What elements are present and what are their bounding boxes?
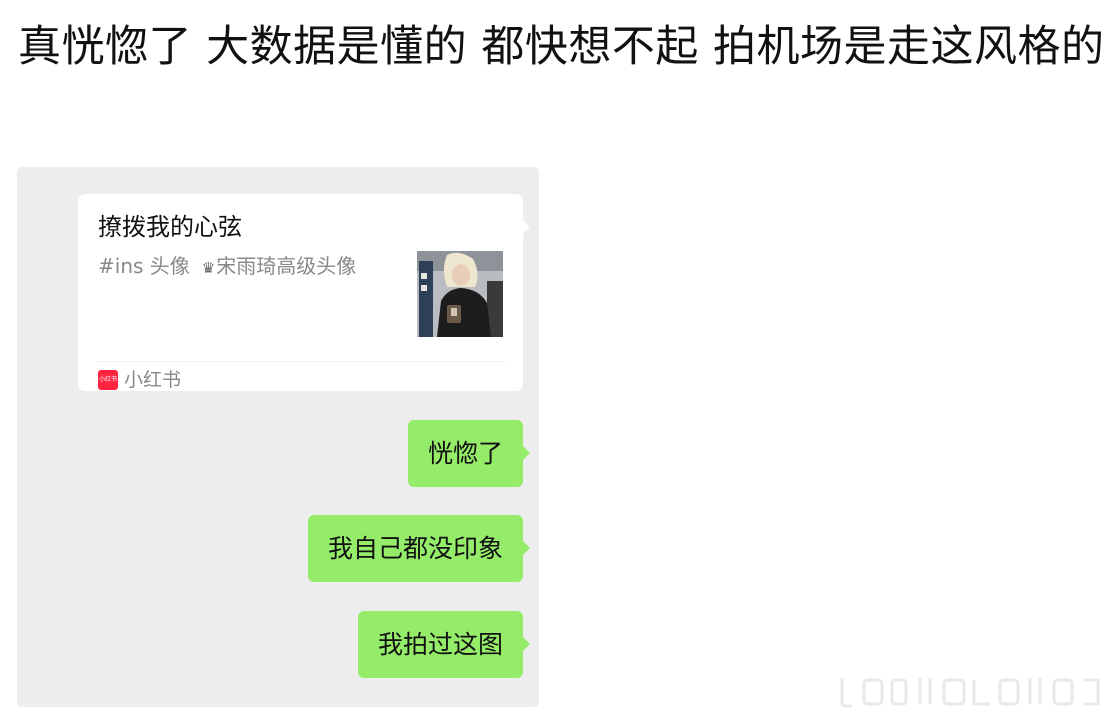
card-source: 小红书 小红书: [98, 367, 181, 393]
chat-bubble-outgoing[interactable]: 我拍过这图: [357, 611, 531, 678]
photo-thumbnail-icon: [417, 251, 503, 337]
chat-bubble-outgoing[interactable]: 恍惚了: [407, 420, 531, 487]
chat-screenshot: 撩拨我的心弦 #ins 头像 ♛宋雨琦高级头像 小红书 小红书 恍惚了 我自己都…: [17, 167, 539, 707]
watermark-mark: [840, 678, 1100, 708]
crown-icon: ♛: [201, 259, 216, 277]
post-title: 真恍惚了 大数据是懂的 都快想不起 拍机场是走这风格的: [18, 22, 1105, 72]
card-thumbnail: [417, 251, 503, 337]
shared-link-card[interactable]: 撩拨我的心弦 #ins 头像 ♛宋雨琦高级头像 小红书 小红书: [78, 194, 530, 393]
card-tags: #ins 头像 ♛宋雨琦高级头像: [98, 252, 356, 282]
xiaohongshu-logo-icon: 小红书: [98, 370, 118, 390]
source-name: 小红书: [124, 369, 182, 391]
card-tag-ins: #ins 头像: [98, 254, 190, 278]
card-divider: [96, 361, 505, 362]
card-title: 撩拨我的心弦: [98, 213, 242, 241]
card-tag-song-yuqi: 宋雨琦高级头像: [216, 254, 357, 278]
chat-bubble-outgoing[interactable]: 我自己都没印象: [307, 515, 531, 582]
